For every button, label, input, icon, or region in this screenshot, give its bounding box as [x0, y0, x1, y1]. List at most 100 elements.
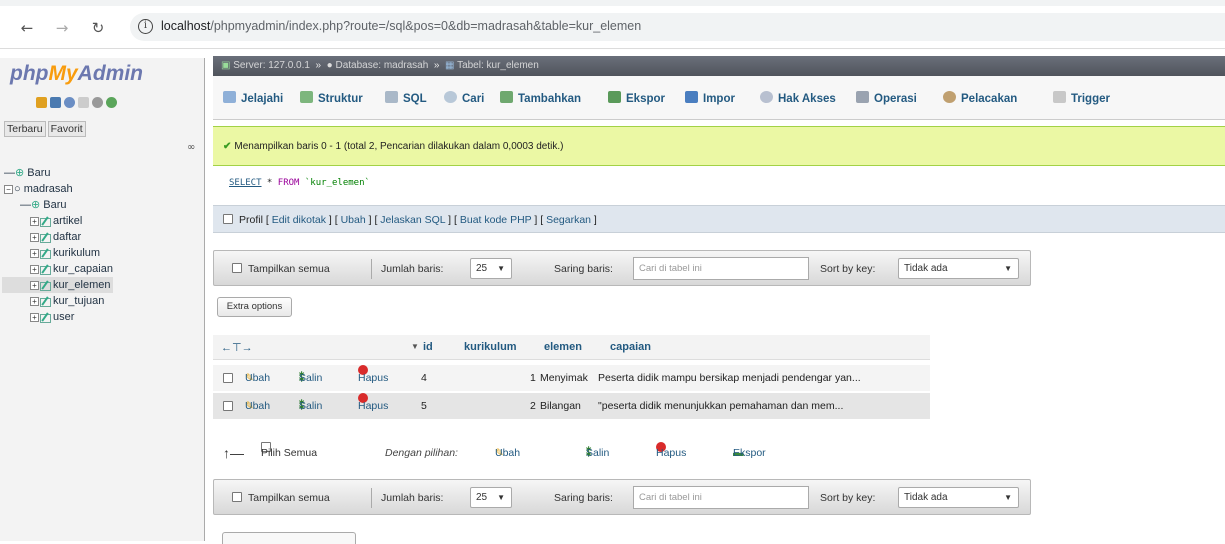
- create-php-link[interactable]: Buat kode PHP: [460, 214, 532, 226]
- tree-item-kur-elemen[interactable]: + kur_elemen: [2, 277, 113, 293]
- row-checkbox[interactable]: [223, 373, 233, 383]
- rows-select[interactable]: 25 ▼: [470, 487, 512, 508]
- cell-kurikulum[interactable]: 1: [530, 365, 536, 391]
- site-info-icon[interactable]: i: [138, 19, 153, 34]
- tab-browse[interactable]: Jelajahi: [223, 89, 283, 109]
- sql-select-keyword[interactable]: SELECT: [229, 178, 262, 188]
- expand-icon[interactable]: +: [30, 232, 39, 242]
- delete-label: Hapus: [358, 400, 389, 412]
- reload-nav-icon[interactable]: [106, 96, 117, 108]
- bulk-copy-label: Salin: [586, 447, 610, 459]
- cell-capaian[interactable]: "peserta didik menunjukkan pemahaman dan…: [598, 393, 843, 419]
- cell-id[interactable]: 4: [421, 365, 427, 391]
- breadcrumb-database[interactable]: Database: madrasah: [335, 60, 428, 71]
- tree-label: artikel: [53, 215, 83, 227]
- column-header-kurikulum[interactable]: kurikulum: [464, 341, 517, 353]
- expand-icon[interactable]: +: [30, 248, 39, 258]
- rows-select[interactable]: 25 ▼: [470, 258, 512, 279]
- expand-icon[interactable]: +: [30, 280, 39, 290]
- column-header-id[interactable]: id: [423, 341, 433, 353]
- tree-label: daftar: [53, 231, 82, 243]
- row-checkbox[interactable]: [223, 401, 233, 411]
- profiling-checkbox[interactable]: [223, 214, 233, 224]
- collapse-icon[interactable]: −: [4, 184, 13, 194]
- column-header-elemen[interactable]: elemen: [544, 341, 582, 353]
- bulk-export-label: Ekspor: [733, 447, 766, 459]
- tree-item-new-db[interactable]: —⊕ Baru: [2, 165, 113, 181]
- tree-label: Baru: [27, 167, 51, 179]
- sort-by-key-select[interactable]: Tidak ada ▼: [898, 258, 1019, 279]
- show-all-checkbox[interactable]: [232, 263, 242, 273]
- url-path: /phpmyadmin/index.php?route=/sql&pos=0&d…: [210, 19, 642, 33]
- back-icon[interactable]: ←: [17, 18, 37, 38]
- sql-table-name: `kur_elemen`: [299, 178, 370, 188]
- cell-id[interactable]: 5: [421, 393, 427, 419]
- column-header-capaian[interactable]: capaian: [610, 341, 651, 353]
- filter-rows-input[interactable]: Cari di tabel ini: [633, 257, 809, 280]
- tree-item-kur-tujuan[interactable]: + kur_tujuan: [2, 293, 113, 309]
- tab-insert[interactable]: Tambahkan: [500, 89, 581, 109]
- browse-icon: [223, 91, 236, 103]
- tab-import[interactable]: Impor: [685, 89, 735, 109]
- tab-favorite[interactable]: Favorit: [47, 121, 86, 137]
- home-icon[interactable]: [36, 96, 47, 108]
- reload-icon[interactable]: ↻: [88, 18, 108, 38]
- chevron-down-icon: ▼: [1004, 493, 1012, 502]
- refresh-link[interactable]: Segarkan: [546, 214, 591, 226]
- tree-item-kur-capaian[interactable]: + kur_capaian: [2, 261, 113, 277]
- show-all-checkbox[interactable]: [232, 492, 242, 502]
- breadcrumb-table[interactable]: Tabel: kur_elemen: [457, 60, 539, 71]
- tree-item-artikel[interactable]: + artikel: [2, 213, 113, 229]
- expand-icon[interactable]: +: [30, 312, 39, 322]
- tab-export[interactable]: Ekspor: [608, 89, 665, 109]
- link-with-main-icon[interactable]: ∞: [187, 142, 195, 153]
- docs-icon[interactable]: [78, 96, 89, 108]
- tab-structure[interactable]: Struktur: [300, 89, 363, 109]
- tree-item-user[interactable]: + user: [2, 309, 113, 325]
- show-all-toggle[interactable]: Tampilkan semua: [232, 261, 330, 277]
- expand-icon[interactable]: +: [30, 296, 39, 306]
- tab-triggers[interactable]: Trigger: [1053, 89, 1110, 109]
- breadcrumb-server[interactable]: Server: 127.0.0.1: [233, 60, 310, 71]
- show-all-toggle[interactable]: Tampilkan semua: [232, 490, 330, 506]
- edit-label: Ubah: [245, 400, 271, 412]
- tab-recent[interactable]: Terbaru: [4, 121, 46, 137]
- extra-options-button[interactable]: Extra options: [217, 297, 292, 317]
- extra-options-button-partial[interactable]: [222, 532, 356, 544]
- cell-elemen[interactable]: Bilangan: [540, 393, 581, 419]
- sql-from-keyword: FROM: [277, 178, 300, 188]
- filter-rows-input[interactable]: Cari di tabel ini: [633, 486, 809, 509]
- phpmyadmin-logo[interactable]: phpMyAdmin: [10, 62, 143, 86]
- settings-icon[interactable]: [92, 96, 103, 108]
- help-icon[interactable]: [64, 96, 75, 108]
- url-text[interactable]: localhost/phpmyadmin/index.php?route=/sq…: [161, 19, 641, 33]
- edit-inline-link[interactable]: Edit dikotak: [272, 214, 326, 226]
- address-bar[interactable]: i localhost/phpmyadmin/index.php?route=/…: [130, 13, 1225, 41]
- tab-operations[interactable]: Operasi: [856, 89, 917, 109]
- expand-icon[interactable]: +: [30, 264, 39, 274]
- tree-item-new-table[interactable]: —⊕ Baru: [2, 197, 113, 213]
- expand-icon[interactable]: +: [30, 216, 39, 226]
- tab-search[interactable]: Cari: [444, 89, 484, 109]
- cell-kurikulum[interactable]: 2: [530, 393, 536, 419]
- bulk-delete-label: Hapus: [656, 447, 687, 459]
- navigation-panel: phpMyAdmin Terbaru Favorit ∞ —⊕ Baru − ○ m…: [0, 58, 205, 541]
- forward-icon[interactable]: →: [52, 18, 72, 38]
- sort-by-key-select[interactable]: Tidak ada ▼: [898, 487, 1019, 508]
- cell-capaian[interactable]: Peserta didik mampu bersikap menjadi pen…: [598, 365, 861, 391]
- operations-icon: [856, 91, 869, 103]
- tree-item-madrasah[interactable]: − ○ madrasah: [2, 181, 113, 197]
- column-arrows-icon[interactable]: ←⊤→: [221, 341, 253, 354]
- tree-item-daftar[interactable]: + daftar: [2, 229, 113, 245]
- cell-elemen[interactable]: Menyimak: [540, 365, 588, 391]
- logout-icon[interactable]: [50, 96, 61, 108]
- explain-sql-link[interactable]: Jelaskan SQL: [380, 214, 445, 226]
- chevron-down-icon: ▼: [1004, 264, 1012, 273]
- chevron-down-icon: ▼: [497, 264, 505, 273]
- edit-query-link[interactable]: Ubah: [341, 214, 366, 226]
- table-icon: [40, 232, 51, 244]
- tree-item-kurikulum[interactable]: + kurikulum: [2, 245, 113, 261]
- tab-privileges[interactable]: Hak Akses: [760, 89, 836, 109]
- tab-sql[interactable]: SQL: [385, 89, 427, 109]
- tab-tracking[interactable]: Pelacakan: [943, 89, 1017, 109]
